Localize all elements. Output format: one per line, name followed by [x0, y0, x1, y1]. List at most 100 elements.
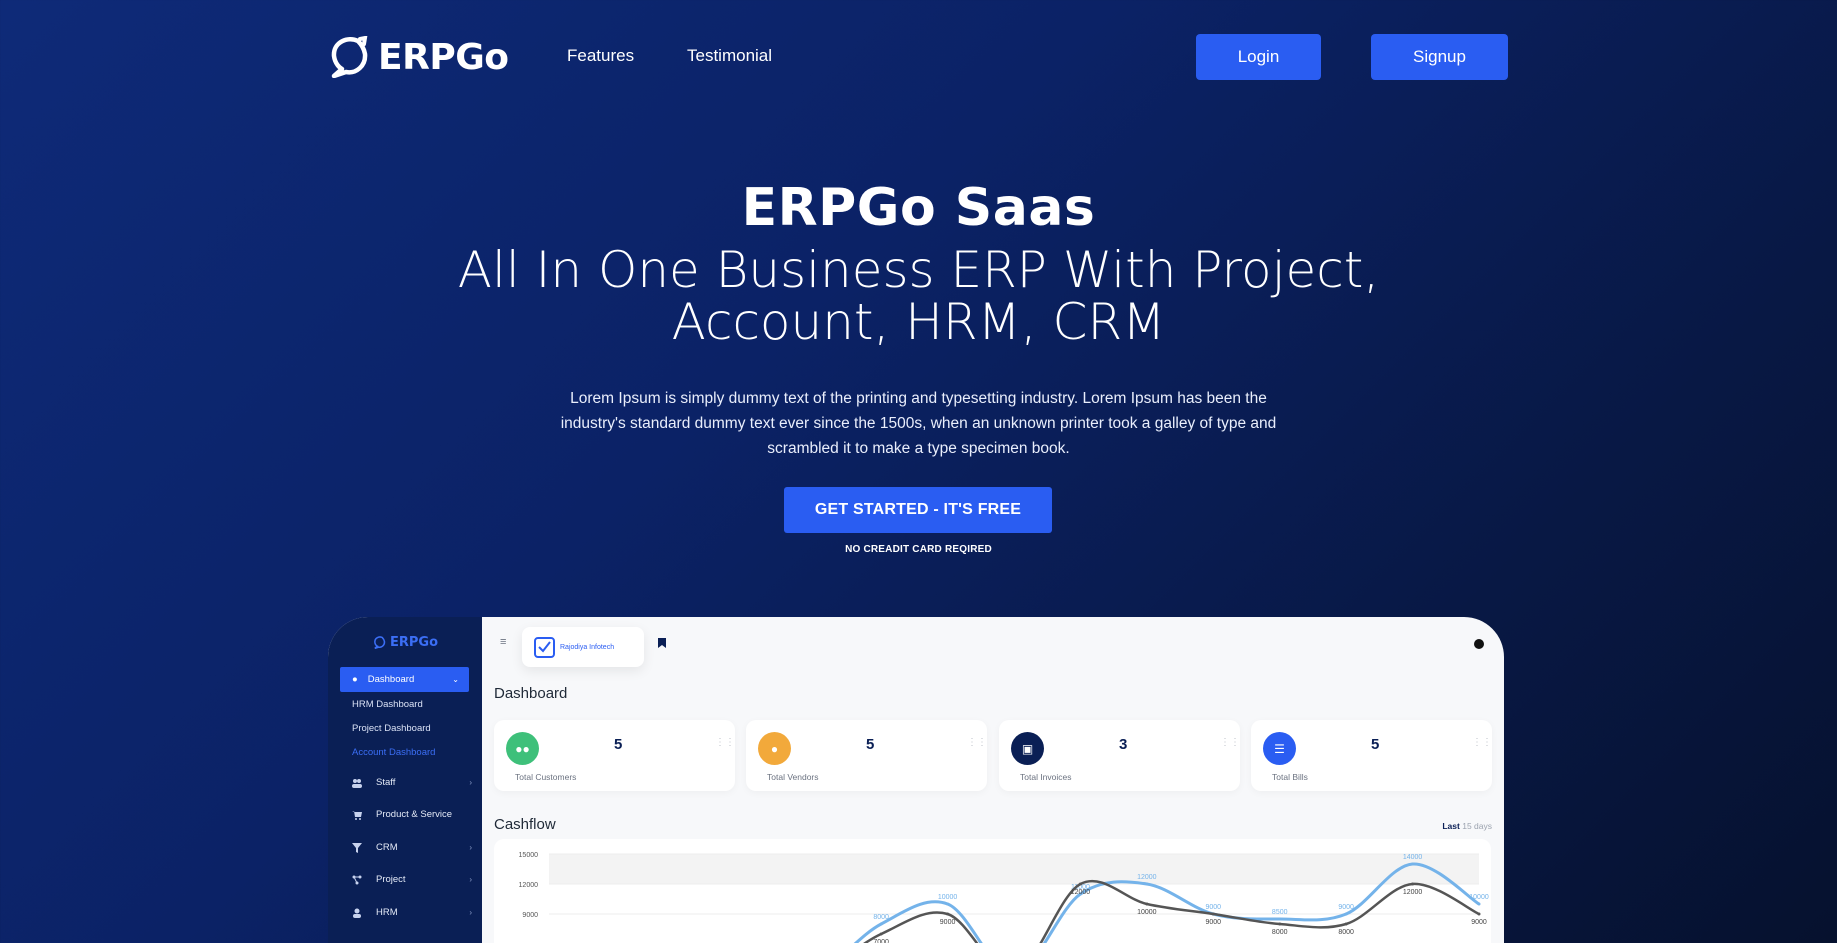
logo-mark-icon: [331, 36, 368, 78]
logo-mark-icon: [374, 636, 386, 649]
logo-text: ERPGo: [378, 36, 509, 78]
sidebar-sub-account-dashboard[interactable]: Account Dashboard: [352, 747, 435, 758]
cashflow-chart-svg: 15000120009000 80001000011000120009000850…: [519, 852, 1489, 943]
drag-handle-icon[interactable]: ⋮⋮: [1472, 737, 1492, 748]
data-point: [879, 922, 883, 926]
drag-handle-icon[interactable]: ⋮⋮: [967, 737, 987, 748]
sidebar-item-crm[interactable]: CRM ›: [352, 842, 472, 853]
preview-sidebar: ERPGo ● Dashboard ⌄ HRM Dashboard Projec…: [328, 617, 482, 943]
chevron-right-icon: ›: [469, 875, 472, 884]
data-point: [1344, 912, 1348, 916]
stat-value: 5: [614, 736, 623, 753]
hero-description: Lorem Ipsum is simply dummy text of the …: [560, 390, 1277, 457]
data-label: 12000: [1403, 889, 1423, 896]
cashflow-range-text: 15 days: [1462, 821, 1492, 831]
chevron-right-icon: ›: [469, 908, 472, 917]
user-icon: [353, 908, 361, 918]
stat-card-bills: ☰ 5 Total Bills ⋮⋮: [1251, 720, 1492, 791]
hero-title: ERPGo Saas: [741, 178, 1096, 238]
data-label: 8500: [1272, 909, 1288, 916]
get-started-button[interactable]: GET STARTED - IT'S FREE: [784, 487, 1052, 533]
stat-value: 5: [866, 736, 875, 753]
menu-icon[interactable]: ≡: [500, 636, 506, 648]
cashflow-range-bold: Last: [1442, 821, 1460, 831]
sidebar-item-label: CRM: [376, 842, 398, 853]
cashflow-title: Cashflow: [494, 816, 556, 833]
company-name: Rajodiya Infotech: [560, 643, 615, 651]
data-label: 9000: [1205, 904, 1221, 911]
sidebar-item-product-service[interactable]: Product & Service: [352, 809, 472, 820]
bookmark-icon[interactable]: [658, 638, 666, 648]
preview-topbar: ≡ Rajodiya Infotech: [482, 617, 1504, 677]
data-label: 8000: [1272, 929, 1288, 936]
sidebar-sub-project-dashboard[interactable]: Project Dashboard: [352, 723, 431, 734]
top-navbar: ERPGo Features Testimonial Login Signup: [0, 0, 1837, 112]
drag-handle-icon[interactable]: ⋮⋮: [1220, 737, 1240, 748]
sidebar-item-dashboard[interactable]: ● Dashboard ⌄: [340, 667, 469, 692]
cashflow-range[interactable]: Last 15 days: [1442, 821, 1492, 831]
data-point: [1411, 862, 1415, 866]
data-point: [1078, 882, 1082, 886]
data-point: [1477, 902, 1481, 906]
chevron-right-icon: ›: [469, 778, 472, 787]
chevron-right-icon: ›: [469, 843, 472, 852]
data-point: [879, 932, 883, 936]
stat-card-vendors: ● 5 Total Vendors ⋮⋮: [746, 720, 987, 791]
flame-icon: ●: [352, 674, 358, 685]
preview-logo-text: ERPGo: [390, 635, 439, 650]
data-point: [1344, 922, 1348, 926]
check-icon: [534, 636, 555, 658]
data-point: [1477, 912, 1481, 916]
data-point: [946, 902, 950, 906]
sidebar-item-staff[interactable]: Staff ›: [352, 777, 472, 788]
data-label: 8000: [1338, 929, 1354, 936]
data-point: [946, 912, 950, 916]
stat-value: 5: [1371, 736, 1380, 753]
sidebar-item-project[interactable]: Project ›: [352, 874, 472, 885]
cashflow-chart: 15000 12000 9000 8000 10000 11000 12000 9000 850…: [494, 839, 1491, 943]
globe-icon[interactable]: [1474, 639, 1484, 649]
hero-subtitle-line-2: Account, HRM, CRM: [671, 293, 1166, 351]
database-icon: ☰: [1263, 732, 1296, 765]
stat-card-invoices: ▣ 3 Total Invoices ⋮⋮: [999, 720, 1240, 791]
data-point: [1211, 912, 1215, 916]
sidebar-item-label: Project: [376, 874, 406, 885]
hero-subtitle-line-1: All In One Business ERP With Project,: [457, 241, 1380, 299]
signup-button[interactable]: Signup: [1371, 34, 1508, 80]
sidebar-item-hrm[interactable]: HRM ›: [352, 907, 472, 918]
dashboard-title: Dashboard: [494, 685, 568, 702]
y-tick-label: 15000: [519, 852, 539, 859]
hero-subtitle: All In One Business ERP With Project, Ac…: [350, 244, 1487, 348]
drag-handle-icon[interactable]: ⋮⋮: [715, 737, 735, 748]
login-button[interactable]: Login: [1196, 34, 1321, 80]
user-icon: ●: [758, 732, 791, 765]
nav-link-features[interactable]: Features: [567, 46, 634, 66]
sidebar-item-label: HRM: [376, 907, 398, 918]
data-label: 14000: [1403, 854, 1423, 861]
nav-link-testimonial[interactable]: Testimonial: [687, 46, 772, 66]
data-label: 10000: [938, 894, 958, 901]
data-label: 10000: [1469, 894, 1489, 901]
share-icon: [352, 875, 362, 884]
data-point: [1145, 902, 1149, 906]
data-point: [1411, 882, 1415, 886]
data-label: 12000: [1071, 889, 1091, 896]
stat-value: 3: [1119, 736, 1128, 753]
sidebar-sub-hrm-dashboard[interactable]: HRM Dashboard: [352, 699, 423, 710]
y-tick-label: 12000: [519, 882, 539, 889]
stat-card-customers: ●● 5 Total Customers ⋮⋮: [494, 720, 735, 791]
data-label: 10000: [1137, 909, 1157, 916]
data-point: [1278, 917, 1282, 921]
brand-logo[interactable]: ERPGo: [328, 36, 509, 78]
data-point: [1278, 922, 1282, 926]
data-label: 9000: [1471, 919, 1487, 926]
data-label: 9000: [1205, 919, 1221, 926]
stat-label: Total Invoices: [1020, 772, 1072, 782]
data-label: 7000: [873, 939, 889, 943]
data-label: 9000: [940, 919, 956, 926]
sidebar-item-label: Product & Service: [376, 809, 453, 820]
company-switcher[interactable]: Rajodiya Infotech: [522, 627, 644, 667]
y-tick-label: 9000: [522, 912, 538, 919]
data-label: 9000: [1338, 904, 1354, 911]
stat-label: Total Customers: [515, 772, 577, 782]
